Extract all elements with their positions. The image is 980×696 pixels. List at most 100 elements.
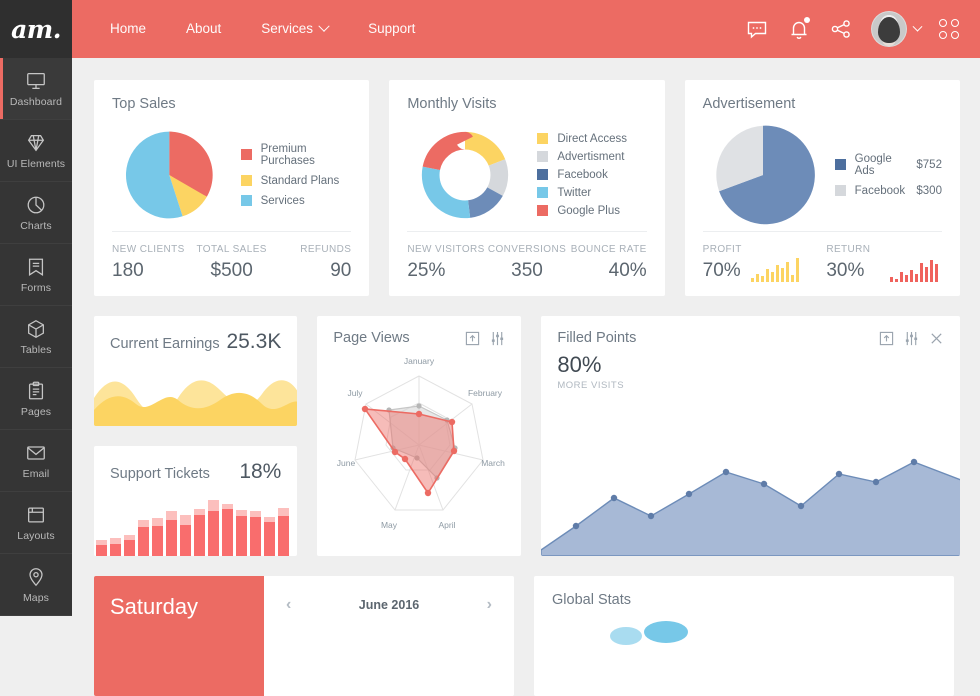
- advertisement-chart-row: Google Ads $752 Facebook $300: [703, 118, 942, 231]
- card-title: Advertisement: [702, 96, 796, 112]
- monthly-visits-donut-chart: [422, 131, 509, 218]
- card-title: Page Views: [333, 330, 410, 346]
- card-calendar: Saturday ‹ June 2016 ›: [94, 576, 514, 696]
- radar-label-june: June: [337, 458, 356, 468]
- legend-label: Twitter: [557, 186, 592, 199]
- nav-item-home[interactable]: Home: [90, 0, 166, 58]
- sidebar-item-email[interactable]: Email: [0, 430, 72, 492]
- card-advertisement: Advertisement Google Ads $752 Facebook $…: [684, 80, 960, 296]
- sidebar-item-label: Charts: [20, 219, 52, 232]
- expand-icon[interactable]: [879, 331, 894, 346]
- close-icon[interactable]: [929, 331, 944, 346]
- current-earnings-head: Current Earnings 25.3K: [94, 316, 297, 354]
- stat-value: 90: [330, 260, 352, 281]
- stat-value: 350: [511, 260, 543, 281]
- sidebar-item-maps[interactable]: Maps: [0, 554, 72, 616]
- legend-swatch: [537, 169, 549, 180]
- left-column: Current Earnings 25.3K Support Tickets 1…: [94, 316, 298, 556]
- calendar-nav: ‹ June 2016 ›: [278, 596, 500, 614]
- monthly-visits-stats: NEW VISITORS 25% CONVERSIONS 350 BOUNCE …: [407, 231, 647, 296]
- legend-item[interactable]: Google Ads $752: [834, 153, 942, 177]
- apps-grid-icon[interactable]: [939, 18, 960, 40]
- sidebar: am. Dashboard UI Elements Charts Forms T…: [0, 0, 72, 616]
- stat-label: PROFIT: [702, 244, 742, 255]
- stat-value: 40%: [608, 260, 647, 281]
- share-icon[interactable]: [829, 17, 853, 41]
- sidebar-item-forms[interactable]: Forms: [0, 244, 72, 306]
- card-title: Monthly Visits: [407, 96, 497, 112]
- sidebar-item-layouts[interactable]: Layouts: [0, 492, 72, 554]
- legend-item[interactable]: Advertisment: [537, 151, 627, 163]
- legend-label: Facebook: [557, 168, 608, 181]
- nav-item-about[interactable]: About: [166, 0, 241, 58]
- sidebar-item-tables[interactable]: Tables: [0, 306, 72, 368]
- advertisement-stats: PROFIT 70% RETURN 30%: [702, 231, 942, 296]
- settings-icon[interactable]: [904, 331, 919, 346]
- card-title: Filled Points: [557, 330, 637, 346]
- legend-item[interactable]: Premium Purchases: [240, 143, 352, 167]
- stat-label: NEW CLIENTS: [112, 244, 185, 255]
- settings-icon[interactable]: [490, 331, 505, 346]
- legend-item[interactable]: Twitter: [537, 187, 627, 199]
- stat-label: BOUNCE RATE: [570, 244, 647, 255]
- clipboard-icon: [28, 381, 44, 399]
- sidebar-item-charts[interactable]: Charts: [0, 182, 72, 244]
- top-header: Home About Services Support: [72, 0, 980, 58]
- legend-item[interactable]: Standard Plans: [240, 175, 352, 187]
- radar-label-may: May: [381, 520, 398, 530]
- current-earnings-value: 25.3K: [226, 330, 282, 353]
- messages-icon[interactable]: [745, 17, 769, 41]
- legend-item[interactable]: Facebook $300: [834, 185, 942, 197]
- legend-item[interactable]: Services: [240, 195, 352, 207]
- card-tools: [465, 331, 505, 346]
- avatar[interactable]: [871, 11, 907, 47]
- charts-row: Current Earnings 25.3K Support Tickets 1…: [94, 316, 960, 556]
- sidebar-item-dashboard[interactable]: Dashboard: [0, 58, 72, 120]
- legend-swatch: [537, 205, 549, 216]
- nav-item-support[interactable]: Support: [348, 0, 435, 58]
- support-tickets-head: Support Tickets 18%: [94, 446, 297, 484]
- card-global-stats: Global Stats: [534, 576, 954, 696]
- stat-value: 70%: [702, 260, 741, 281]
- sidebar-item-ui-elements[interactable]: UI Elements: [0, 120, 72, 182]
- legend-item[interactable]: Google Plus: [537, 205, 627, 217]
- sidebar-item-label: Dashboard: [9, 95, 63, 108]
- card-title: Top Sales: [112, 96, 176, 112]
- legend-swatch: [537, 151, 549, 162]
- legend-label: Advertisment: [557, 150, 625, 163]
- legend-item[interactable]: Direct Access: [537, 133, 627, 145]
- logo[interactable]: am.: [0, 0, 72, 58]
- map-pin-icon: [29, 567, 43, 586]
- sidebar-item-pages[interactable]: Pages: [0, 368, 72, 430]
- cube-icon: [28, 319, 44, 338]
- prev-month-button[interactable]: ‹: [278, 596, 299, 614]
- nav-label: Support: [368, 21, 416, 36]
- top-sales-chart-row: Premium Purchases Standard Plans Service…: [112, 118, 351, 231]
- calendar-month-label: June 2016: [358, 598, 420, 612]
- filled-points-value: 80%: [557, 352, 602, 377]
- legend-item[interactable]: Facebook: [537, 169, 627, 181]
- user-menu[interactable]: [871, 11, 923, 47]
- stat-conversions: CONVERSIONS 350: [487, 244, 567, 282]
- diamond-icon: [27, 134, 45, 151]
- expand-icon[interactable]: [465, 331, 480, 346]
- stat-value: 30%: [826, 260, 865, 281]
- monthly-visits-chart-row: Direct Access Advertisment Facebook Twit…: [407, 118, 646, 231]
- legend-swatch: [834, 159, 846, 170]
- pie-chart-icon: [27, 196, 45, 213]
- support-tickets-bar-chart: [96, 500, 289, 556]
- card-support-tickets: Support Tickets 18%: [94, 446, 298, 556]
- stat-value: 25%: [407, 260, 446, 281]
- legend-label: Google Plus: [557, 204, 620, 217]
- next-month-button[interactable]: ›: [479, 596, 500, 614]
- advertisement-pie-chart: [715, 125, 815, 224]
- return-sparkline: [890, 260, 938, 282]
- bookmark-icon: [28, 258, 44, 276]
- calendar-month-panel: ‹ June 2016 ›: [264, 576, 514, 696]
- card-title: Global Stats: [552, 592, 631, 608]
- stat-value: $500: [210, 260, 253, 281]
- nav-item-services[interactable]: Services: [241, 0, 348, 58]
- notifications-icon[interactable]: [787, 17, 811, 41]
- bottom-row: Saturday ‹ June 2016 › Global Stats: [94, 576, 960, 696]
- main-nav: Home About Services Support: [90, 0, 435, 58]
